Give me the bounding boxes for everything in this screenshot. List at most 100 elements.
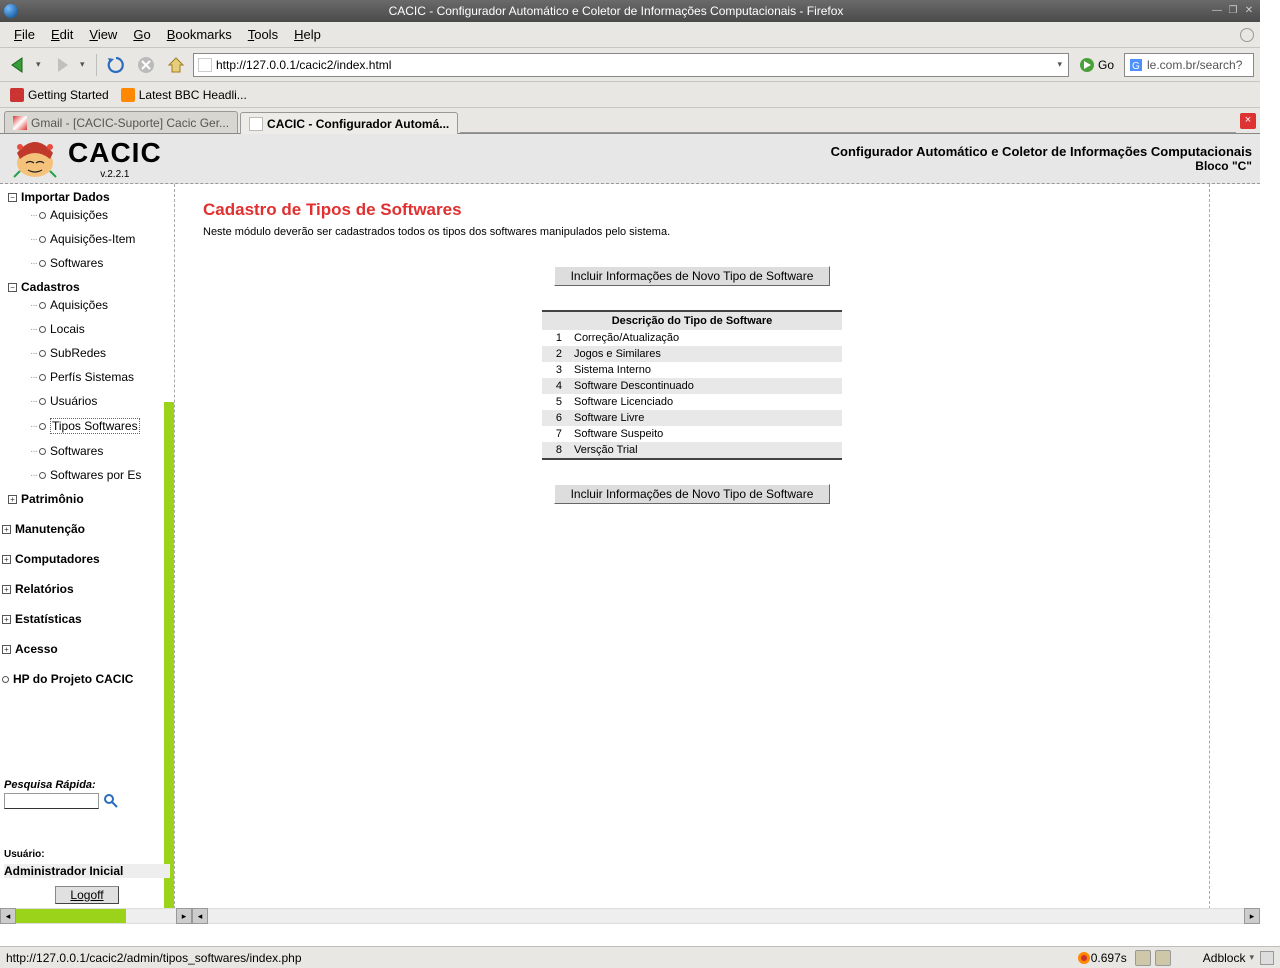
svg-text:G: G <box>1132 61 1140 72</box>
adblock-label[interactable]: Adblock <box>1203 951 1246 965</box>
menu-file[interactable]: File <box>6 24 43 45</box>
tree-cadastros[interactable]: −Cadastros <box>0 278 174 296</box>
menu-bookmarks[interactable]: Bookmarks <box>159 24 240 45</box>
rss-icon <box>121 88 135 102</box>
window-title: CACIC - Configurador Automático e Coleto… <box>24 4 1208 18</box>
search-box[interactable]: G le.com.br/search? <box>1124 53 1254 77</box>
tree-item[interactable]: ···Usuários <box>0 392 174 410</box>
include-button-bottom[interactable]: Incluir Informações de Novo Tipo de Soft… <box>554 484 831 504</box>
menu-edit[interactable]: Edit <box>43 24 81 45</box>
cacic-logo-icon <box>8 137 62 181</box>
tree-item-selected[interactable]: ···Tipos Softwares <box>0 416 174 436</box>
hscroll-left-main[interactable]: ◂ <box>192 908 208 924</box>
tree-item[interactable]: ···Perfís Sistemas <box>0 368 174 386</box>
tab-cacic[interactable]: CACIC - Configurador Automá... <box>240 112 458 134</box>
gmail-icon <box>13 116 27 130</box>
search-engine-icon: G <box>1129 58 1143 72</box>
logoff-button[interactable]: Logoff <box>55 886 118 904</box>
app-subtitle: Configurador Automático e Coletor de Inf… <box>831 144 1252 159</box>
tree-item[interactable]: ···Softwares <box>0 442 174 460</box>
include-button-top[interactable]: Incluir Informações de Novo Tipo de Soft… <box>554 266 831 286</box>
hscroll-right-sidebar[interactable]: ▸ <box>176 908 192 924</box>
hscroll-right[interactable]: ▸ <box>1244 908 1260 924</box>
hscroll-thumb[interactable] <box>16 909 126 923</box>
table-row[interactable]: 5Software Licenciado <box>542 394 842 410</box>
status-text: http://127.0.0.1/cacic2/admin/tipos_soft… <box>6 951 1077 965</box>
status-bar: http://127.0.0.1/cacic2/admin/tipos_soft… <box>0 946 1280 968</box>
table-row[interactable]: 3Sistema Interno <box>542 362 842 378</box>
url-input[interactable] <box>216 58 1055 72</box>
close-button[interactable]: ✕ <box>1242 4 1256 18</box>
resize-grip[interactable] <box>1260 951 1274 965</box>
brand-name: CACIC <box>68 137 162 169</box>
tree-manutencao[interactable]: +Manutenção <box>0 520 174 538</box>
address-bar[interactable]: ▾ <box>193 53 1069 77</box>
tree-item[interactable]: ···Softwares <box>0 254 174 272</box>
tree-estatisticas[interactable]: +Estatísticas <box>0 610 174 628</box>
back-history-dropdown[interactable]: ▾ <box>36 59 46 70</box>
menu-help[interactable]: Help <box>286 24 329 45</box>
table-header: Descrição do Tipo de Software <box>542 311 842 330</box>
tab-gmail[interactable]: Gmail - [CACIC-Suporte] Cacic Ger... <box>4 111 238 133</box>
quick-search-input[interactable] <box>4 793 99 809</box>
tree-item[interactable]: ···Softwares por Es <box>0 466 174 484</box>
menu-bar: File Edit View Go Bookmarks Tools Help <box>0 22 1260 48</box>
tree-hp-projeto[interactable]: HP do Projeto CACIC <box>0 670 174 688</box>
maximize-button[interactable]: ❐ <box>1226 4 1240 18</box>
page-icon <box>249 117 263 131</box>
bookmark-bbc[interactable]: Latest BBC Headli... <box>117 86 251 104</box>
tab-bar: Gmail - [CACIC-Suporte] Cacic Ger... CAC… <box>0 108 1260 134</box>
menu-view[interactable]: View <box>81 24 125 45</box>
tree-item[interactable]: ···SubRedes <box>0 344 174 362</box>
adblock-dropdown[interactable]: ▾ <box>1249 952 1254 963</box>
menu-tools[interactable]: Tools <box>240 24 286 45</box>
bookmark-icon <box>10 88 24 102</box>
close-tab-button[interactable]: × <box>1240 113 1256 129</box>
forward-history-dropdown[interactable]: ▾ <box>80 59 90 70</box>
user-name: Administrador Inicial <box>4 864 170 878</box>
nav-toolbar: ▾ ▾ ▾ Go G le.com.br/search? <box>0 48 1260 82</box>
go-label: Go <box>1098 58 1114 72</box>
url-history-dropdown[interactable]: ▾ <box>1055 59 1064 70</box>
nav-tree: −Importar Dados ···Aquisições ···Aquisiçõ… <box>0 188 174 688</box>
tree-acesso[interactable]: +Acesso <box>0 640 174 658</box>
home-button[interactable] <box>163 52 189 78</box>
app-block: Bloco "C" <box>831 159 1252 173</box>
table-row[interactable]: 2Jogos e Similares <box>542 346 842 362</box>
table-row[interactable]: 8Versção Trial <box>542 442 842 459</box>
status-icon-1[interactable] <box>1135 950 1151 966</box>
tree-item[interactable]: ···Aquisições <box>0 296 174 314</box>
go-button[interactable]: Go <box>1073 53 1120 77</box>
app-header: CACIC v.2.2.1 Configurador Automático e … <box>0 134 1260 184</box>
page-viewport: CACIC v.2.2.1 Configurador Automático e … <box>0 134 1260 924</box>
menu-go[interactable]: Go <box>125 24 158 45</box>
table-row[interactable]: 1Correção/Atualização <box>542 330 842 346</box>
bookmark-getting-started[interactable]: Getting Started <box>6 86 113 104</box>
table-row[interactable]: 4Software Descontinuado <box>542 378 842 394</box>
status-timing: 0.697s <box>1091 951 1127 965</box>
quick-search-label: Pesquisa Rápida: <box>4 779 170 791</box>
bookmarks-toolbar: Getting Started Latest BBC Headli... <box>0 82 1260 108</box>
back-button[interactable] <box>6 52 32 78</box>
sidebar: −Importar Dados ···Aquisições ···Aquisiçõ… <box>0 184 175 924</box>
tree-importar-dados[interactable]: −Importar Dados <box>0 188 174 206</box>
tree-computadores[interactable]: +Computadores <box>0 550 174 568</box>
firebug-icon[interactable] <box>1077 951 1091 965</box>
tree-relatorios[interactable]: +Relatórios <box>0 580 174 598</box>
tree-item[interactable]: ···Aquisições <box>0 206 174 224</box>
reload-button[interactable] <box>103 52 129 78</box>
tree-item[interactable]: ···Locais <box>0 320 174 338</box>
stop-button[interactable] <box>133 52 159 78</box>
minimize-button[interactable]: — <box>1210 4 1224 18</box>
page-horizontal-scrollbar[interactable]: ◂ ▸ ◂ ▸ <box>0 908 1260 924</box>
page-favicon <box>198 58 212 72</box>
window-titlebar: CACIC - Configurador Automático e Coleto… <box>0 0 1260 22</box>
tree-item[interactable]: ···Aquisições-Item <box>0 230 174 248</box>
table-row[interactable]: 6Software Livre <box>542 410 842 426</box>
forward-button[interactable] <box>50 52 76 78</box>
search-icon[interactable] <box>103 793 119 809</box>
table-row[interactable]: 7Software Suspeito <box>542 426 842 442</box>
hscroll-left[interactable]: ◂ <box>0 908 16 924</box>
status-icon-2[interactable] <box>1155 950 1171 966</box>
tree-patrimonio[interactable]: +Patrimônio <box>0 490 174 508</box>
